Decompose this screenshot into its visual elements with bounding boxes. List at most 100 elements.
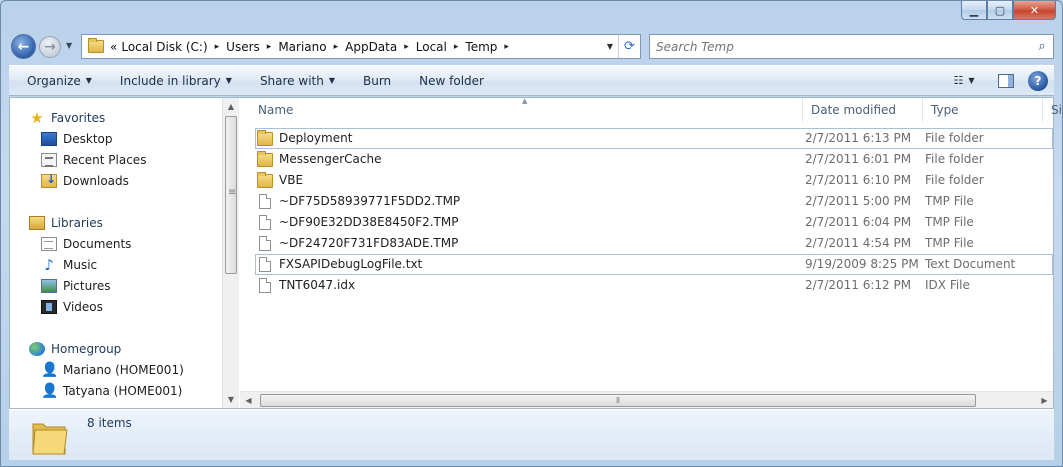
forward-arrow-icon: → bbox=[44, 39, 56, 55]
nav-favorites[interactable]: ★ Favorites bbox=[10, 107, 146, 128]
file-name: VBE bbox=[279, 173, 304, 187]
recent-pages-dropdown[interactable]: ▼ bbox=[66, 41, 78, 50]
breadcrumb-mariano[interactable]: Mariano bbox=[276, 40, 328, 54]
table-row[interactable]: FXSAPIDebugLogFile.txt 9/19/2009 8:25 PM… bbox=[255, 254, 1053, 275]
minimize-button[interactable]: ▁ bbox=[961, 1, 987, 20]
breadcrumb-temp[interactable]: Temp bbox=[463, 40, 499, 54]
file-date: 2/7/2011 6:10 PM bbox=[805, 173, 912, 187]
search-input[interactable] bbox=[650, 36, 1031, 57]
downloads-icon bbox=[41, 172, 57, 188]
file-name-cell: VBE bbox=[257, 170, 797, 191]
close-button[interactable]: ✕ bbox=[1013, 1, 1056, 20]
back-button[interactable]: ← bbox=[11, 34, 36, 59]
column-header-size[interactable]: Siz bbox=[1043, 98, 1063, 122]
new-folder-button[interactable]: New folder bbox=[405, 66, 498, 95]
column-header-type[interactable]: Type bbox=[923, 98, 1043, 122]
breadcrumb-appdata[interactable]: AppData bbox=[343, 40, 399, 54]
scrollbar-thumb[interactable]: ⦀ bbox=[260, 394, 976, 407]
table-row[interactable]: ~DF24720F731FD83ADE.TMP 2/7/2011 4:54 PM… bbox=[255, 233, 1053, 254]
homegroup-icon bbox=[29, 341, 45, 356]
nav-item-mariano[interactable]: 👤 Mariano (HOME001) bbox=[10, 359, 184, 380]
file-name: FXSAPIDebugLogFile.txt bbox=[279, 257, 423, 271]
table-row[interactable]: VBE 2/7/2011 6:10 PM File folder bbox=[255, 170, 1053, 191]
chevron-down-icon: ▼ bbox=[968, 76, 975, 85]
scroll-down-icon[interactable]: ▼ bbox=[223, 391, 239, 408]
nav-item-desktop[interactable]: Desktop bbox=[10, 128, 146, 149]
column-header-name[interactable]: Name bbox=[250, 98, 803, 122]
burn-button[interactable]: Burn bbox=[349, 66, 405, 95]
text-file-icon bbox=[259, 257, 271, 272]
breadcrumb-users[interactable]: Users bbox=[224, 40, 262, 54]
column-header-date-modified[interactable]: Date modified bbox=[803, 98, 923, 122]
nav-item-downloads[interactable]: Downloads bbox=[10, 170, 146, 191]
column-header-row: ▲ Name Date modified Type Siz bbox=[240, 97, 1063, 122]
share-with-menu[interactable]: Share with ▼ bbox=[246, 66, 349, 95]
chevron-down-icon: ▼ bbox=[225, 76, 232, 85]
breadcrumb-local-disk[interactable]: Local Disk (C:) bbox=[119, 40, 209, 54]
nav-item-pictures[interactable]: Pictures bbox=[10, 275, 131, 296]
address-bar[interactable]: « Local Disk (C:) ▸ Users ▸ Mariano ▸ Ap… bbox=[81, 34, 641, 59]
table-row[interactable]: Deployment 2/7/2011 6:13 PM File folder bbox=[255, 128, 1053, 149]
breadcrumb-separator-icon[interactable]: ▸ bbox=[449, 42, 464, 52]
scroll-left-icon[interactable]: ◀ bbox=[240, 392, 257, 409]
help-button[interactable]: ? bbox=[1028, 70, 1048, 91]
breadcrumb-separator-icon[interactable]: ▸ bbox=[329, 42, 344, 52]
file-date: 2/7/2011 6:12 PM bbox=[805, 278, 912, 292]
back-arrow-icon: ← bbox=[17, 38, 30, 55]
nav-item-label: Mariano (HOME001) bbox=[63, 362, 184, 377]
search-icon[interactable]: ⌕ bbox=[1031, 39, 1053, 54]
address-history-dropdown[interactable]: ▼ bbox=[602, 42, 618, 51]
command-bar: Organize ▼ Include in library ▼ Share wi… bbox=[9, 65, 1054, 96]
table-row[interactable]: MessengerCache 2/7/2011 6:01 PM File fol… bbox=[255, 149, 1053, 170]
homegroup-group: Homegroup 👤 Mariano (HOME001) 👤 Tatyana … bbox=[10, 338, 184, 401]
file-name-cell: TNT6047.idx bbox=[257, 275, 797, 296]
details-pane: 8 items bbox=[9, 409, 1054, 460]
breadcrumb-separator-icon[interactable]: ▸ bbox=[262, 42, 277, 52]
music-icon: ♪ bbox=[44, 255, 54, 274]
nav-item-tatyana[interactable]: 👤 Tatyana (HOME001) bbox=[10, 380, 184, 401]
forward-button[interactable]: → bbox=[39, 36, 61, 58]
breadcrumb-separator-icon[interactable]: ▸ bbox=[499, 42, 514, 52]
scroll-right-icon[interactable]: ▶ bbox=[1036, 392, 1053, 409]
file-date: 9/19/2009 8:25 PM bbox=[805, 257, 919, 271]
navigation-pane: ★ Favorites Desktop Recent Places Downlo… bbox=[10, 98, 222, 408]
include-in-library-menu[interactable]: Include in library ▼ bbox=[106, 66, 246, 95]
nav-item-recent-places[interactable]: Recent Places bbox=[10, 149, 146, 170]
file-icon bbox=[259, 278, 271, 293]
nav-homegroup[interactable]: Homegroup bbox=[10, 338, 184, 359]
table-row[interactable]: TNT6047.idx 2/7/2011 6:12 PM IDX File bbox=[255, 275, 1053, 296]
breadcrumb-separator-icon[interactable]: ▸ bbox=[399, 42, 414, 52]
file-name-cell: MessengerCache bbox=[257, 149, 797, 170]
maximize-button[interactable]: ▢ bbox=[987, 1, 1013, 20]
nav-item-label: Downloads bbox=[63, 173, 129, 188]
horizontal-scrollbar[interactable]: ◀ ⦀ ▶ bbox=[240, 391, 1053, 408]
scroll-up-icon[interactable]: ▲ bbox=[223, 98, 239, 115]
file-type: File folder bbox=[925, 173, 984, 187]
preview-pane-button[interactable] bbox=[998, 73, 1014, 88]
table-row[interactable]: ~DF75D58939771F5DD2.TMP 2/7/2011 5:00 PM… bbox=[255, 191, 1053, 212]
file-type: IDX File bbox=[925, 278, 970, 292]
organize-menu[interactable]: Organize ▼ bbox=[9, 66, 106, 95]
file-name: MessengerCache bbox=[279, 152, 382, 166]
user-icon: 👤 bbox=[41, 361, 59, 378]
breadcrumb-separator-icon[interactable]: ▸ bbox=[210, 42, 225, 52]
file-name: Deployment bbox=[279, 131, 353, 145]
change-view-button[interactable]: ☷ ▼ bbox=[944, 74, 984, 87]
file-list: ▲ Name Date modified Type Siz Deployment… bbox=[240, 97, 1063, 408]
chevron-down-icon: ▼ bbox=[85, 76, 92, 85]
nav-item-videos[interactable]: Videos bbox=[10, 296, 131, 317]
nav-item-documents[interactable]: Documents bbox=[10, 233, 131, 254]
nav-favorites-label: Favorites bbox=[51, 110, 106, 125]
scrollbar-thumb[interactable] bbox=[225, 116, 237, 274]
breadcrumb-overflow[interactable]: « bbox=[108, 40, 119, 54]
breadcrumb-local[interactable]: Local bbox=[414, 40, 449, 54]
search-box[interactable]: ⌕ bbox=[649, 34, 1054, 59]
nav-item-music[interactable]: ♪ Music bbox=[10, 254, 131, 275]
file-name-cell: Deployment bbox=[257, 128, 797, 149]
videos-icon bbox=[41, 299, 57, 314]
refresh-button[interactable]: ⟳ bbox=[618, 35, 640, 58]
table-row[interactable]: ~DF90E32DD38E8450F2.TMP 2/7/2011 6:04 PM… bbox=[255, 212, 1053, 233]
nav-item-label: Recent Places bbox=[63, 152, 147, 167]
navigation-pane-scrollbar[interactable]: ▲ ▼ bbox=[222, 98, 239, 408]
nav-libraries[interactable]: Libraries bbox=[10, 212, 131, 233]
